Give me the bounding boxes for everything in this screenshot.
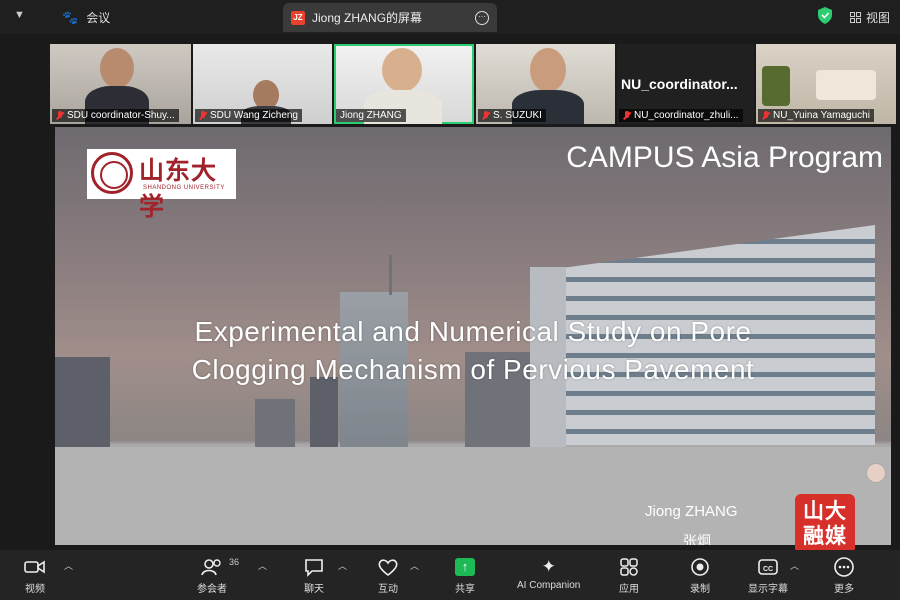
ai-companion-button[interactable]: ✦ AI Companion bbox=[517, 556, 580, 591]
participant-strip: SDU coordinator-Shuy... SDU Wang Zicheng… bbox=[50, 44, 896, 124]
participant-tile[interactable]: NU_coordinator... NU_coordinator_zhuli..… bbox=[617, 44, 754, 124]
more-button[interactable]: 更多 bbox=[832, 556, 856, 595]
mic-muted-icon bbox=[762, 110, 770, 121]
reactions-button[interactable]: 互动 bbox=[376, 556, 400, 595]
chevron-up-icon[interactable]: ︿ bbox=[338, 559, 347, 572]
chat-icon bbox=[305, 559, 323, 577]
logo-english-text: SHANDONG UNIVERSITY bbox=[143, 185, 225, 191]
participant-tile-active-speaker[interactable]: Jiong ZHANG bbox=[334, 44, 474, 124]
media-watermark-logo: 山大 融媒 bbox=[795, 494, 855, 554]
participant-name-label: SDU coordinator-Shuy... bbox=[52, 109, 179, 122]
slide-title: Experimental and Numerical Study on Pore… bbox=[55, 313, 891, 389]
record-button[interactable]: 录制 bbox=[688, 556, 712, 595]
view-label: 视图 bbox=[866, 11, 891, 25]
share-screen-icon: ↑ bbox=[455, 558, 475, 576]
mic-muted-icon bbox=[199, 110, 207, 121]
chat-button[interactable]: 聊天 bbox=[302, 556, 326, 595]
video-camera-icon bbox=[24, 560, 45, 574]
view-button[interactable]: 视图 bbox=[850, 9, 890, 26]
university-seal bbox=[91, 152, 133, 194]
participant-display-name: NU_coordinator... bbox=[621, 76, 738, 92]
slide-header: CAMPUS Asia Program bbox=[566, 141, 883, 174]
participant-name-label: Jiong ZHANG bbox=[336, 109, 406, 122]
participant-name-label: S. SUZUKI bbox=[478, 109, 546, 122]
chevron-up-icon[interactable]: ︿ bbox=[410, 559, 419, 572]
annotator-avatar[interactable] bbox=[866, 463, 886, 483]
participant-name-label: NU_coordinator_zhuli... bbox=[619, 109, 743, 122]
participant-video bbox=[100, 48, 134, 88]
share-badge: JZ bbox=[291, 10, 305, 25]
mic-muted-icon bbox=[623, 110, 631, 121]
participant-tile[interactable]: SDU coordinator-Shuy... bbox=[50, 44, 191, 124]
presenter-name: Jiong ZHANG bbox=[645, 503, 738, 520]
captions-button[interactable]: CC 显示字幕 bbox=[748, 556, 788, 595]
more-options-icon[interactable]: ··· bbox=[475, 10, 489, 25]
participant-tile[interactable]: S. SUZUKI bbox=[476, 44, 615, 124]
sparkle-icon: ✦ bbox=[541, 557, 556, 576]
participant-video bbox=[530, 48, 566, 92]
record-icon bbox=[691, 558, 709, 576]
shield-icon[interactable] bbox=[818, 7, 832, 24]
meeting-label: 会议 bbox=[86, 11, 111, 25]
chevron-up-icon[interactable]: ︿ bbox=[258, 559, 267, 572]
participant-name-label: SDU Wang Zicheng bbox=[195, 109, 302, 122]
participants-icon bbox=[201, 559, 221, 576]
top-bar: ▼ 🐾 会议 JZ Jiong ZHANG的屏幕 ··· 视图 bbox=[0, 0, 900, 34]
shared-screen-slide: 山东大学 SHANDONG UNIVERSITY CAMPUS Asia Pro… bbox=[55, 127, 891, 545]
apps-button[interactable]: 应用 bbox=[617, 556, 641, 595]
slide-title-line: Experimental and Numerical Study on Pore bbox=[194, 316, 752, 347]
participant-video bbox=[762, 66, 790, 106]
participant-name-label: NU_Yuina Yamaguchi bbox=[758, 109, 874, 122]
heart-icon bbox=[378, 559, 398, 577]
participant-video bbox=[382, 48, 422, 92]
chevron-up-icon[interactable]: ︿ bbox=[790, 559, 799, 572]
slide-title-line: Clogging Mechanism of Pervious Pavement bbox=[191, 354, 755, 385]
screen-share-tab[interactable]: JZ Jiong ZHANG的屏幕 ··· bbox=[283, 3, 497, 32]
participant-tile[interactable]: SDU Wang Zicheng bbox=[193, 44, 332, 124]
closed-captions-icon: CC bbox=[758, 559, 778, 575]
university-logo: 山东大学 SHANDONG UNIVERSITY bbox=[87, 149, 236, 221]
participants-button[interactable]: 参会者 bbox=[197, 556, 227, 595]
apps-icon bbox=[620, 558, 638, 576]
participants-count: 36 bbox=[229, 557, 240, 567]
chevron-down-icon[interactable]: ▼ bbox=[14, 9, 25, 21]
chevron-up-icon[interactable]: ︿ bbox=[64, 559, 73, 572]
mic-muted-icon bbox=[56, 110, 64, 121]
share-button[interactable]: ↑ 共享 bbox=[455, 556, 475, 595]
meeting-menu[interactable]: 🐾 会议 bbox=[62, 9, 110, 26]
presenter-name-chinese: 张炯 bbox=[683, 533, 711, 545]
more-icon bbox=[834, 557, 854, 577]
grid-icon bbox=[850, 12, 861, 23]
paw-icon: 🐾 bbox=[62, 9, 79, 25]
mic-muted-icon bbox=[482, 110, 490, 121]
participant-tile[interactable]: NU_Yuina Yamaguchi bbox=[756, 44, 896, 124]
share-tab-title: Jiong ZHANG的屏幕 bbox=[312, 11, 423, 25]
meeting-toolbar: 视频 ︿ 参会者 36 ︿ 聊天 ︿ 互动 ︿ ↑ 共享 ✦ AI Compan… bbox=[0, 550, 900, 600]
svg-text:CC: CC bbox=[763, 566, 773, 573]
video-button[interactable]: 视频 bbox=[23, 556, 47, 595]
